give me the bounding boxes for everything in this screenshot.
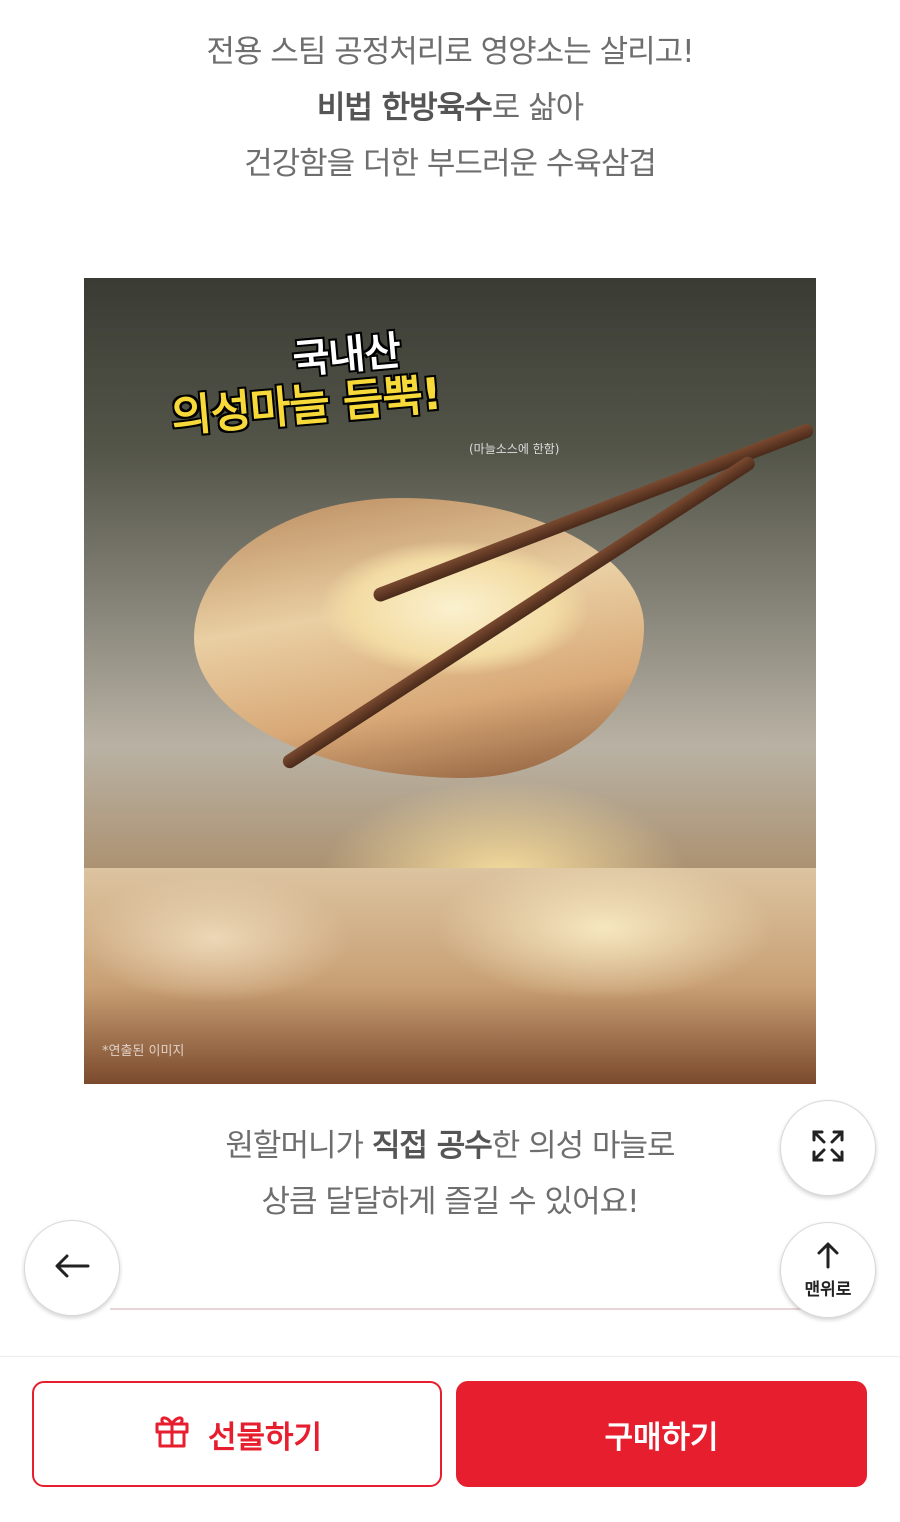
back-button[interactable] <box>24 1220 120 1316</box>
garlic-badge: 국내산 의성마늘 듬뿍! <box>169 328 444 446</box>
badge-garlic: 의성마늘 듬뿍! <box>169 368 443 444</box>
desc-line-1-prefix: 원할머니가 <box>225 1128 372 1164</box>
pork-slices-plate <box>84 868 816 1084</box>
product-photo: 국내산 의성마늘 듬뿍! (마늘소스에 한함) *연출된 이미지 <box>84 278 816 1084</box>
gift-button[interactable]: 선물하기 <box>32 1381 442 1487</box>
arrow-up-icon <box>814 1241 842 1273</box>
intro-line-1: 전용 스팀 공정처리로 영양소는 살리고! <box>206 34 694 70</box>
intro-line-2-rest: 로 삶아 <box>491 90 584 126</box>
buy-label: 구매하기 <box>604 1419 719 1456</box>
divider <box>110 1308 810 1310</box>
scroll-top-button[interactable]: 맨위로 <box>780 1222 876 1318</box>
intro-line-2-strong: 비법 한방육수 <box>316 90 493 126</box>
desc-line-1-strong: 직접 공수 <box>371 1128 493 1164</box>
desc-line-2: 상큼 달달하게 즐길 수 있어요! <box>261 1184 639 1220</box>
gift-icon <box>152 1410 192 1458</box>
bottom-bar-divider <box>0 1356 900 1357</box>
desc-line-1: 원할머니가 직접 공수한 의성 마늘로 <box>0 1118 900 1174</box>
intro-copy: 전용 스팀 공정처리로 영양소는 살리고! 비법 한방육수로 삶아 건강함을 더… <box>0 24 900 192</box>
photo-caption: *연출된 이미지 <box>102 1044 185 1059</box>
garlic-description: 원할머니가 직접 공수한 의성 마늘로 상큼 달달하게 즐길 수 있어요! <box>0 1118 900 1230</box>
arrow-left-icon <box>52 1251 92 1285</box>
gift-label: 선물하기 <box>207 1419 323 1456</box>
buy-button[interactable]: 구매하기 <box>456 1381 867 1487</box>
intro-line-3: 건강함을 더한 부드러운 수육삼겹 <box>244 146 657 182</box>
intro-line-2: 비법 한방육수로 삶아 <box>0 80 900 136</box>
desc-line-1-suffix: 한 의성 마늘로 <box>491 1128 676 1164</box>
pork-slice-with-garlic <box>194 498 644 778</box>
expand-icon <box>808 1126 848 1170</box>
badge-note: (마늘소스에 한함) <box>469 442 560 456</box>
scroll-top-label: 맨위로 <box>804 1279 852 1300</box>
expand-button[interactable] <box>780 1100 876 1196</box>
